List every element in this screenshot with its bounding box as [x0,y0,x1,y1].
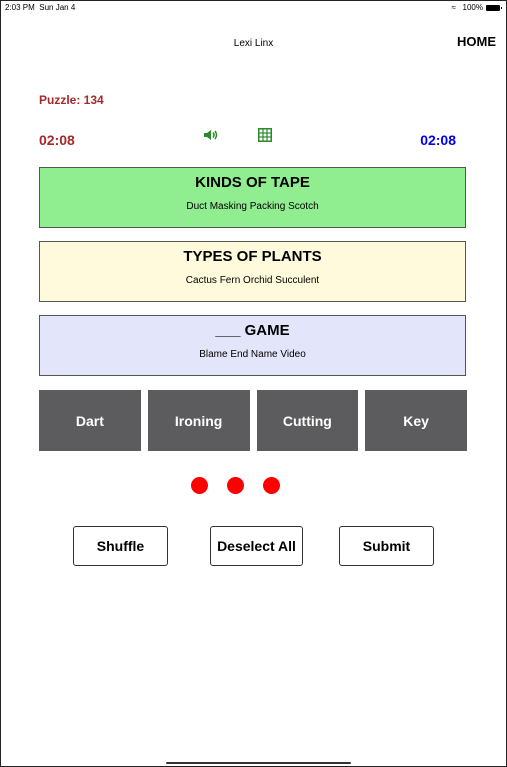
grid-icon[interactable] [258,128,272,142]
submit-button[interactable]: Submit [339,526,434,566]
group-words: Blame End Name Video [199,349,306,360]
solved-group-tape: KINDS OF TAPE Duct Masking Packing Scotc… [39,167,466,228]
status-date: Sun Jan 4 [39,3,76,12]
group-words: Cactus Fern Orchid Succulent [185,275,320,286]
status-bar: 2:03 PM Sun Jan 4 ≈ 100% [1,1,506,15]
word-tiles: Dart Ironing Cutting Key [39,390,467,451]
deselect-all-button[interactable]: Deselect All [210,526,303,566]
mistake-dot [191,477,208,494]
status-clock: 2:03 PM [5,3,35,12]
battery-icon [486,4,502,11]
group-title: TYPES OF PLANTS [183,248,322,265]
home-indicator[interactable] [166,762,351,764]
app-title: Lexi Linx [233,38,274,49]
speaker-icon[interactable] [203,128,219,142]
solved-group-plants: TYPES OF PLANTS Cactus Fern Orchid Succu… [39,241,466,302]
mistake-dot [227,477,244,494]
mistakes-remaining [191,477,280,494]
status-time: 2:03 PM Sun Jan 4 [5,3,75,12]
battery-percent: 100% [462,3,483,12]
tile-key[interactable]: Key [365,390,467,451]
wifi-icon: ≈ [451,2,456,12]
shuffle-button[interactable]: Shuffle [73,526,168,566]
tile-dart[interactable]: Dart [39,390,141,451]
group-words: Duct Masking Packing Scotch [186,201,319,212]
timer-right: 02:08 [420,132,456,148]
timer-left: 02:08 [39,132,75,148]
status-right: ≈ 100% [451,2,502,12]
solved-group-game: ___ GAME Blame End Name Video [39,315,466,376]
home-button[interactable]: HOME [457,34,496,49]
mistake-dot [263,477,280,494]
group-title: ___ GAME [215,322,290,339]
puzzle-number: Puzzle: 134 [39,93,104,107]
group-title: KINDS OF TAPE [195,174,310,191]
tile-cutting[interactable]: Cutting [256,390,359,451]
tile-ironing[interactable]: Ironing [147,390,250,451]
